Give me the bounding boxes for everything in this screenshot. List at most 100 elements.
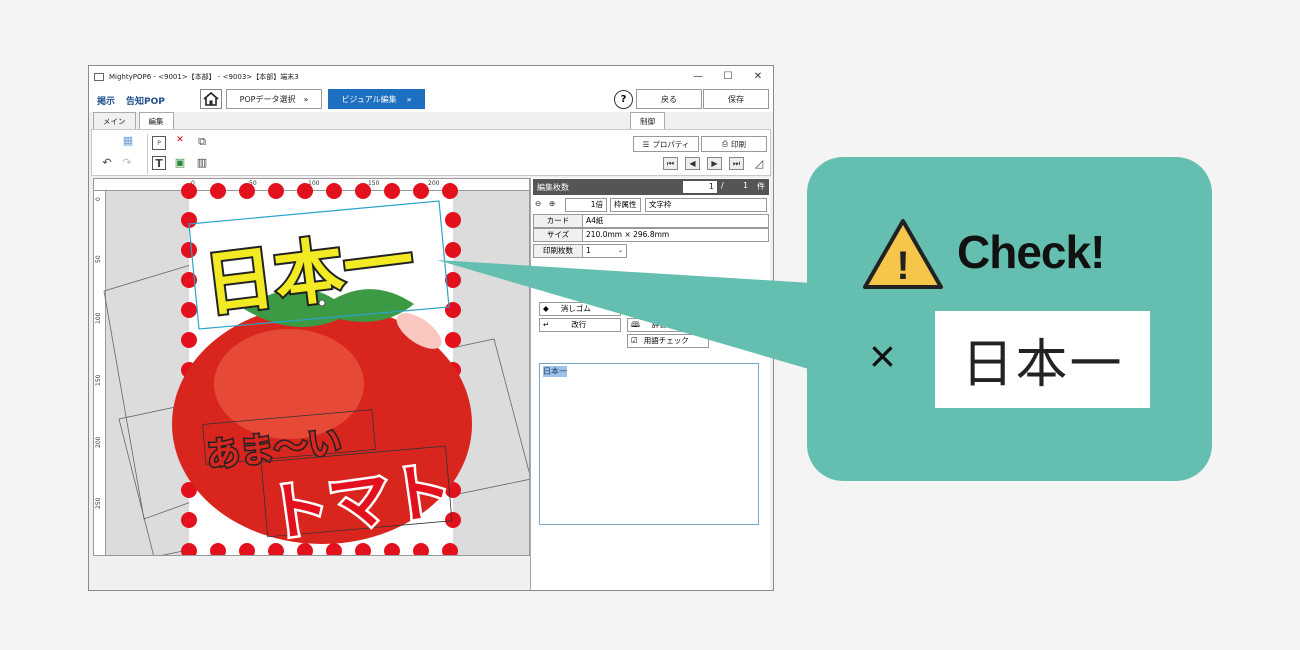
- printer-icon: ⎙: [722, 139, 728, 148]
- back-button[interactable]: 戻る: [636, 89, 702, 109]
- first-page-button[interactable]: ⏮: [663, 157, 678, 170]
- border-dot: [413, 183, 429, 199]
- zoom-in-icon[interactable]: ⊕: [549, 199, 555, 208]
- redo-icon[interactable]: ↷: [120, 156, 134, 170]
- count-slash: /: [721, 181, 724, 190]
- callout-title: Check!: [957, 226, 1105, 278]
- barcode-icon[interactable]: ▥: [195, 156, 209, 170]
- border-dot: [445, 332, 461, 348]
- text-input-value: 日本一: [543, 366, 567, 377]
- app-window: MightyPOP6 - <9001>【本部】 - <9003>【本部】端末3 …: [88, 65, 774, 591]
- chevron-right-icon: »: [303, 94, 309, 104]
- help-button[interactable]: ?: [614, 90, 633, 109]
- count-unit: 件: [757, 182, 765, 191]
- flagged-word-box: 日本一: [935, 311, 1150, 408]
- nav-link-kokuchi-pop[interactable]: 告知POP: [126, 94, 165, 107]
- ribbon-separator: [147, 134, 148, 174]
- warning-icon: !: [863, 219, 943, 289]
- grid-icon[interactable]: ▦: [121, 134, 135, 148]
- nav-link-keiji[interactable]: 掲示: [97, 94, 115, 107]
- chevron-right-icon: »: [406, 94, 412, 104]
- print-count-value: 1: [586, 246, 591, 255]
- border-dot: [326, 183, 342, 199]
- save-button[interactable]: 保存: [703, 89, 769, 109]
- app-icon: [94, 72, 104, 81]
- dictionary-label: 辞書: [651, 320, 667, 329]
- border-dot: [355, 183, 371, 199]
- print-count-select[interactable]: 1 ⌄: [583, 244, 627, 258]
- delete-pop-icon[interactable]: ✕: [173, 133, 187, 147]
- dictionary-button[interactable]: 🕮 辞書: [627, 318, 697, 332]
- layer-icon[interactable]: ⧉: [195, 135, 209, 149]
- zoom-level: 1倍: [565, 198, 607, 212]
- eraser-label: 消しゴム: [560, 304, 591, 313]
- prop-key: カード: [533, 214, 583, 228]
- property-panel: 編集枚数 1 / 1 件 ⊖ ⊕ 1倍 枠属性 文字枠 カード A4紙 サイズ …: [530, 178, 770, 590]
- maximize-button[interactable]: ☐: [713, 67, 743, 87]
- chevron-down-icon: ⌄: [617, 247, 623, 254]
- panel-header-label: 編集枚数: [537, 182, 569, 192]
- term-check-button[interactable]: ☑ 用語チェック: [627, 334, 709, 348]
- image-frame-icon[interactable]: ▣: [173, 156, 187, 170]
- undo-icon[interactable]: ↶: [100, 156, 114, 170]
- tab-main[interactable]: メイン: [93, 112, 136, 129]
- canvas-area[interactable]: 0 50 100 150 200 0 50 100 150 200 250 日本…: [93, 178, 530, 556]
- svg-text:!: !: [896, 244, 909, 288]
- step-pop-data-label: POPデータ選択: [239, 94, 296, 104]
- rotation-handle[interactable]: [318, 299, 326, 307]
- prop-row-card: カード A4紙: [533, 214, 769, 228]
- properties-icon: ☰: [642, 139, 650, 149]
- home-button[interactable]: [200, 89, 222, 109]
- text-frame-icon[interactable]: T: [152, 156, 166, 170]
- border-dot: [297, 183, 313, 199]
- border-dot: [181, 242, 197, 258]
- zoom-out-icon[interactable]: ⊖: [535, 199, 541, 208]
- right-tab-strip: 制御: [630, 112, 668, 130]
- prop-key: 印刷枚数: [533, 244, 583, 258]
- total-count: 1: [743, 181, 749, 190]
- pop-frame-icon[interactable]: P: [152, 136, 166, 150]
- last-page-button[interactable]: ⏭: [729, 157, 744, 170]
- border-dot: [239, 183, 255, 199]
- next-page-button[interactable]: ▶: [707, 157, 722, 170]
- prop-key: サイズ: [533, 228, 583, 242]
- border-dot: [181, 183, 197, 199]
- ribbon: ▦ ↶ ↷ P ✕ ⧉ T ▣ ▥ ☰ プロパティ ⎙ 印刷 ⏮ ◀ ▶ ⏭ ◿: [91, 129, 771, 176]
- triangle-ruler-icon[interactable]: ◿: [752, 157, 766, 171]
- frame-type-value: 文字枠: [645, 198, 767, 212]
- check-callout: ! Check! × 日本一: [807, 157, 1212, 481]
- cross-mark: ×: [869, 330, 896, 382]
- left-tab-strip: メイン 編集: [93, 112, 177, 130]
- prop-value: 210.0mm × 296.8mm: [583, 228, 769, 242]
- current-count-input[interactable]: 1: [683, 181, 717, 193]
- book-icon: 🕮: [631, 320, 640, 329]
- text-input-area[interactable]: 日本一: [539, 363, 759, 525]
- tab-edit[interactable]: 編集: [138, 112, 174, 129]
- newline-icon: ↵: [543, 320, 550, 329]
- prev-page-button[interactable]: ◀: [685, 157, 700, 170]
- border-dot: [210, 183, 226, 199]
- top-toolbar: 掲示 告知POP POPデータ選択 » ビジュアル編集 » ? 戻る 保存: [89, 87, 773, 112]
- tab-control[interactable]: 制御: [630, 112, 665, 129]
- eraser-button[interactable]: ◆ 消しゴム: [539, 302, 621, 316]
- border-dot: [384, 183, 400, 199]
- window-title: MightyPOP6 - <9001>【本部】 - <9003>【本部】端末3: [109, 72, 299, 81]
- frame-attr-label: 枠属性: [610, 198, 641, 212]
- check-list-icon: ☑: [631, 336, 638, 345]
- print-label: 印刷: [731, 139, 746, 149]
- step-visual-edit-label: ビジュアル編集: [341, 94, 397, 104]
- minimize-button[interactable]: —: [683, 67, 713, 87]
- newline-button[interactable]: ↵ 改行: [539, 318, 621, 332]
- properties-label: プロパティ: [652, 139, 690, 149]
- border-dot: [181, 332, 197, 348]
- step-visual-edit[interactable]: ビジュアル編集 »: [328, 89, 425, 109]
- border-dot: [445, 302, 461, 318]
- border-dot: [445, 212, 461, 228]
- prop-row-size: サイズ 210.0mm × 296.8mm: [533, 228, 769, 242]
- print-button[interactable]: ⎙ 印刷: [701, 136, 767, 152]
- border-dot: [181, 302, 197, 318]
- close-button[interactable]: ✕: [743, 67, 773, 87]
- prop-value: A4紙: [583, 214, 769, 228]
- step-pop-data-select[interactable]: POPデータ選択 »: [226, 89, 322, 109]
- properties-button[interactable]: ☰ プロパティ: [633, 136, 699, 152]
